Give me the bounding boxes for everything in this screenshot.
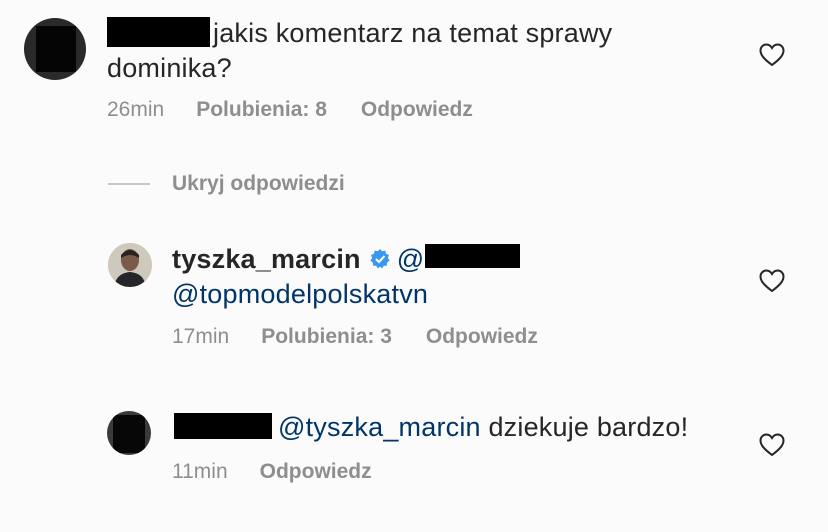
comment-text-continued: dominika?	[107, 53, 232, 83]
comment-meta: 26min Polubienia: 8 Odpowiedz	[107, 98, 473, 122]
avatar[interactable]	[107, 411, 151, 455]
profile-photo	[108, 243, 152, 287]
mention-link[interactable]: @tyszka_marcin	[278, 412, 481, 442]
mention-link[interactable]: @	[397, 244, 425, 274]
likes-count[interactable]: Polubienia: 8	[196, 98, 327, 122]
heart-outline-icon[interactable]	[759, 269, 785, 293]
redaction-block	[113, 415, 145, 453]
hide-replies-toggle[interactable]: Ukryj odpowiedzi	[108, 172, 345, 196]
hide-replies-label[interactable]: Ukryj odpowiedzi	[172, 172, 345, 196]
redacted-mention	[425, 244, 520, 268]
divider-line	[108, 183, 150, 185]
mention-link[interactable]: @topmodelpolskatvn	[172, 276, 428, 312]
redacted-username	[174, 413, 272, 439]
verified-badge-icon	[370, 249, 390, 269]
reply-button[interactable]: Odpowiedz	[260, 460, 372, 484]
comment-time: 17min	[172, 325, 230, 348]
comment-time: 11min	[172, 460, 228, 483]
heart-outline-icon[interactable]	[759, 433, 785, 457]
username[interactable]: tyszka_marcin	[172, 244, 361, 274]
heart-outline-icon[interactable]	[759, 43, 785, 67]
redacted-username	[107, 17, 210, 47]
comment-text: @tyszka_marcin dziekuje bardzo!	[278, 409, 688, 445]
avatar[interactable]	[108, 243, 152, 287]
reply-button[interactable]: Odpowiedz	[426, 325, 538, 349]
comment-body: dziekuje bardzo!	[488, 412, 689, 442]
redaction-block	[36, 26, 76, 72]
reply-button[interactable]: Odpowiedz	[361, 98, 473, 122]
comment-text: jakis komentarz na temat sprawy	[213, 18, 613, 48]
comment-header: tyszka_marcin @	[172, 241, 424, 277]
comment-meta: 11min Odpowiedz	[172, 460, 372, 484]
comment-meta: 17min Polubienia: 3 Odpowiedz	[172, 325, 538, 349]
likes-count[interactable]: Polubienia: 3	[261, 325, 392, 349]
comment-time: 26min	[107, 98, 165, 121]
avatar[interactable]	[24, 18, 86, 80]
